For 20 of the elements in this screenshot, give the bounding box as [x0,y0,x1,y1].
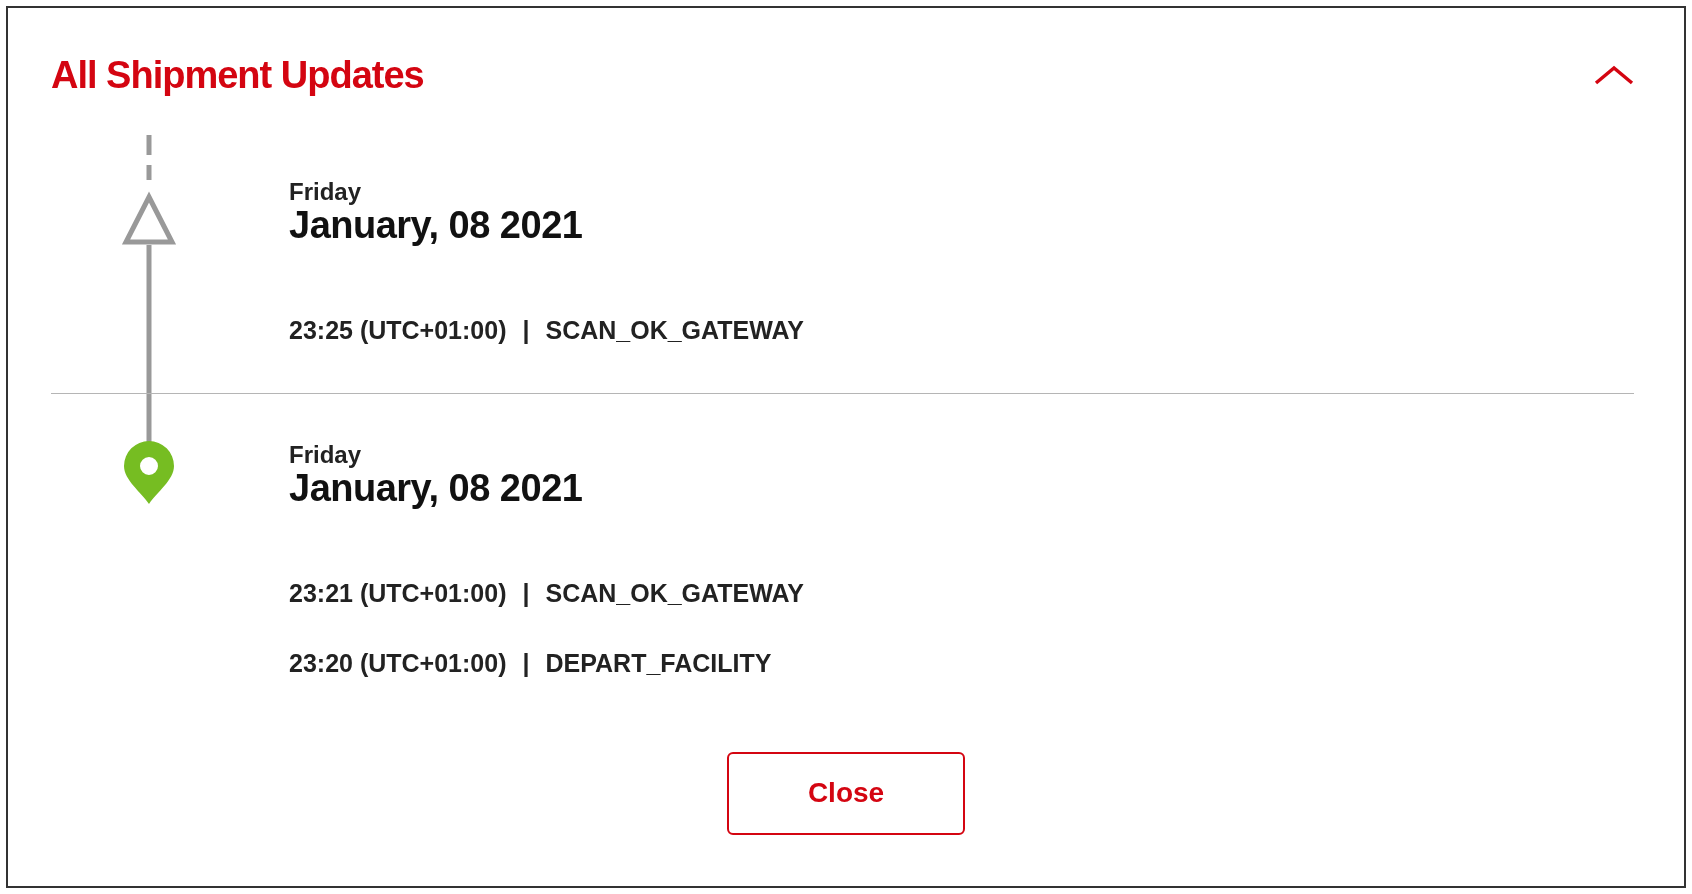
day-label: Friday [289,179,363,206]
separator: | [522,579,530,608]
triangle-icon [121,191,177,245]
event-time: 23:25 (UTC+01:00) [289,317,507,345]
separator: | [522,650,530,678]
separator: | [522,317,530,345]
chevron-icon [1594,64,1634,86]
date-label: January, 08 2021 [289,205,584,248]
close-button[interactable]: Close [727,751,965,835]
day-label: Friday [289,441,363,469]
event-status: SCAN_OK_GATEWAY [545,317,804,345]
timeline-dash [146,135,152,180]
date-label: January, 08 2021 [289,468,584,510]
event-time: 23:21 (UTC+01:00) [289,579,507,608]
collapse-button[interactable] [1594,64,1634,86]
event-status: SCAN_OK_GATEWAY [545,579,804,608]
location-pin-icon [124,440,174,504]
event-time: 23:20 (UTC+01:00) [289,650,507,678]
event-status: DEPART_FACILITY [545,650,772,678]
panel-title: All Shipment Updates [51,56,424,94]
